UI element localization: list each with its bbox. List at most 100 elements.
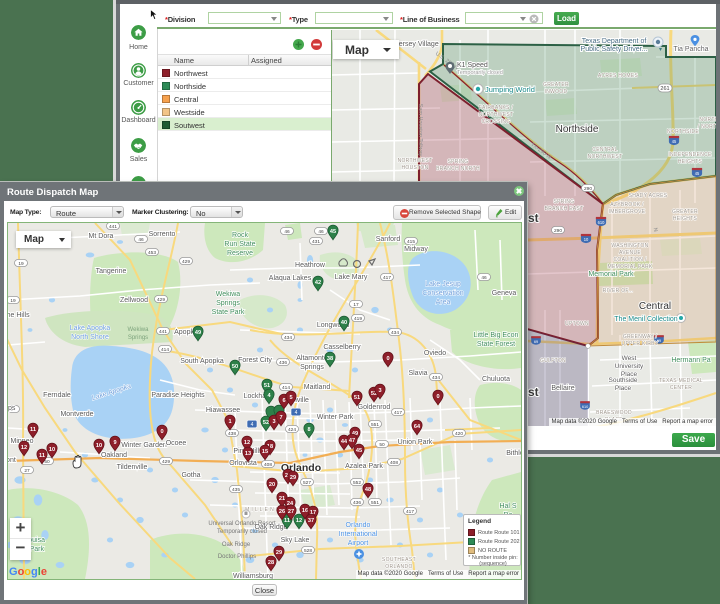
svg-text:610: 610 (598, 220, 606, 225)
svg-text:The Menil Collection: The Menil Collection (614, 316, 678, 323)
svg-text:Springs: Springs (300, 364, 324, 371)
svg-text:8: 8 (307, 427, 310, 433)
svg-text:st: st (528, 385, 539, 399)
svg-text:Sanford: Sanford (376, 236, 401, 243)
svg-text:State Forest: State Forest (477, 341, 515, 348)
svg-text:434: 434 (284, 335, 292, 341)
svg-text:51: 51 (264, 383, 270, 389)
svg-text:48: 48 (365, 487, 371, 493)
svg-text:Union Park: Union Park (398, 439, 433, 446)
svg-text:SOUTHEAST: SOUTHEAST (382, 557, 416, 563)
svg-text:GREENWAY /: GREENWAY / (623, 334, 658, 340)
svg-text:Orlovista: Orlovista (229, 460, 257, 467)
svg-text:434: 434 (391, 330, 399, 336)
svg-text:45: 45 (695, 171, 700, 176)
svg-text:Sam Houston Tollway: Sam Houston Tollway (417, 104, 423, 157)
svg-text:Paradise Heights: Paradise Heights (151, 392, 205, 399)
svg-text:47: 47 (349, 438, 355, 444)
svg-text:Bellaire: Bellaire (551, 385, 574, 392)
svg-text:441: 441 (159, 329, 167, 335)
svg-text:INWOOD: INWOOD (545, 89, 568, 95)
svg-text:27: 27 (24, 468, 30, 474)
svg-text:AVENUE: AVENUE (619, 250, 641, 256)
svg-text:16: 16 (302, 508, 308, 514)
svg-text:Springs: Springs (216, 300, 240, 307)
svg-text:40: 40 (341, 320, 347, 326)
svg-text:Tangerine: Tangerine (96, 268, 127, 275)
svg-text:CENTER: CENTER (670, 385, 692, 391)
svg-text:Temporarily closed: Temporarily closed (217, 529, 267, 535)
svg-text:Lake Mary: Lake Mary (335, 274, 368, 281)
svg-text:Casselberry: Casselberry (323, 344, 361, 351)
svg-text:Wekiwa: Wekiwa (128, 327, 150, 333)
svg-text:50: 50 (379, 442, 385, 448)
svg-text:Oakland: Oakland (101, 452, 127, 459)
svg-text:Oviedo: Oviedo (424, 350, 446, 357)
svg-text:Ferndale: Ferndale (43, 392, 71, 399)
svg-text:NORTHWEST: NORTHWEST (398, 158, 433, 164)
svg-text:417: 417 (394, 410, 402, 416)
svg-text:Oak Ridge: Oak Ridge (222, 542, 251, 548)
svg-text:Williamsburg: Williamsburg (233, 573, 273, 579)
svg-text:ACRES HOMES: ACRES HOMES (598, 73, 639, 79)
svg-text:Slavia: Slavia (408, 370, 427, 377)
svg-text:10: 10 (584, 237, 589, 242)
svg-text:12: 12 (244, 440, 250, 446)
svg-text:Chuluota: Chuluota (482, 376, 510, 383)
svg-text:NORTH: NORTH (699, 117, 716, 123)
svg-text:9: 9 (113, 440, 116, 446)
svg-text:University: University (615, 363, 644, 370)
svg-text:Rock: Rock (232, 232, 248, 239)
svg-text:Geneva: Geneva (492, 290, 517, 297)
svg-text:12: 12 (296, 518, 302, 524)
svg-text:HEIGHTS: HEIGHTS (678, 159, 703, 165)
svg-text:15: 15 (262, 449, 268, 455)
svg-text:TEXAS MEDICAL: TEXAS MEDICAL (659, 378, 703, 384)
svg-text:46: 46 (481, 275, 487, 281)
svg-text:453: 453 (148, 250, 156, 256)
svg-text:NORTHWEST: NORTHWEST (588, 154, 623, 160)
svg-text:West: West (622, 355, 637, 362)
svg-text:GREATER: GREATER (543, 82, 569, 88)
svg-text:Winter Park: Winter Park (317, 414, 354, 421)
svg-text:NORTHWEST: NORTHWEST (479, 112, 514, 118)
svg-text:0: 0 (160, 429, 163, 435)
svg-text:Reserve: Reserve (227, 250, 253, 257)
svg-text:Lake Apopka: Lake Apopka (70, 325, 111, 332)
svg-text:Jumping World: Jumping World (485, 85, 535, 94)
svg-text:Run State: Run State (224, 241, 255, 248)
svg-text:408: 408 (264, 462, 272, 468)
svg-text:12: 12 (21, 445, 27, 451)
svg-text:415: 415 (407, 239, 415, 245)
svg-text:431: 431 (312, 239, 320, 245)
svg-text:27: 27 (288, 509, 294, 515)
svg-text:Altamonte: Altamonte (296, 355, 328, 362)
svg-text:HEIGHTS: HEIGHTS (673, 216, 698, 222)
svg-text:50: 50 (232, 364, 238, 370)
svg-text:BRAESWOOD: BRAESWOOD (596, 410, 632, 416)
svg-text:Memorial Park: Memorial Park (588, 271, 634, 278)
svg-text:7: 7 (279, 415, 282, 421)
svg-text:434: 434 (432, 375, 440, 381)
svg-text:Sky Lake: Sky Lake (281, 537, 310, 544)
svg-text:551: 551 (371, 422, 379, 428)
svg-text:Midway: Midway (404, 246, 428, 253)
svg-text:69: 69 (534, 340, 538, 344)
svg-text:29: 29 (276, 550, 282, 556)
svg-text:SPRING: SPRING (448, 159, 469, 165)
svg-text:290: 290 (554, 228, 562, 234)
svg-text:BRANCH NORTH: BRANCH NORTH (436, 166, 480, 172)
svg-text:CROSSING: CROSSING (481, 119, 510, 125)
svg-text:46: 46 (318, 229, 324, 235)
svg-text:527: 527 (303, 480, 311, 486)
svg-text:3: 3 (378, 388, 381, 394)
svg-text:Alaqua Lakes: Alaqua Lakes (269, 275, 312, 282)
svg-text:441: 441 (109, 224, 117, 230)
svg-text:4: 4 (295, 410, 298, 416)
svg-text:FAIRBANKS /: FAIRBANKS / (479, 105, 513, 111)
svg-text:11: 11 (30, 427, 36, 433)
svg-text:Airport: Airport (348, 540, 369, 547)
svg-text:528: 528 (304, 548, 312, 554)
svg-text:SPRING: SPRING (554, 199, 575, 205)
svg-text:Northside: Northside (556, 124, 599, 135)
